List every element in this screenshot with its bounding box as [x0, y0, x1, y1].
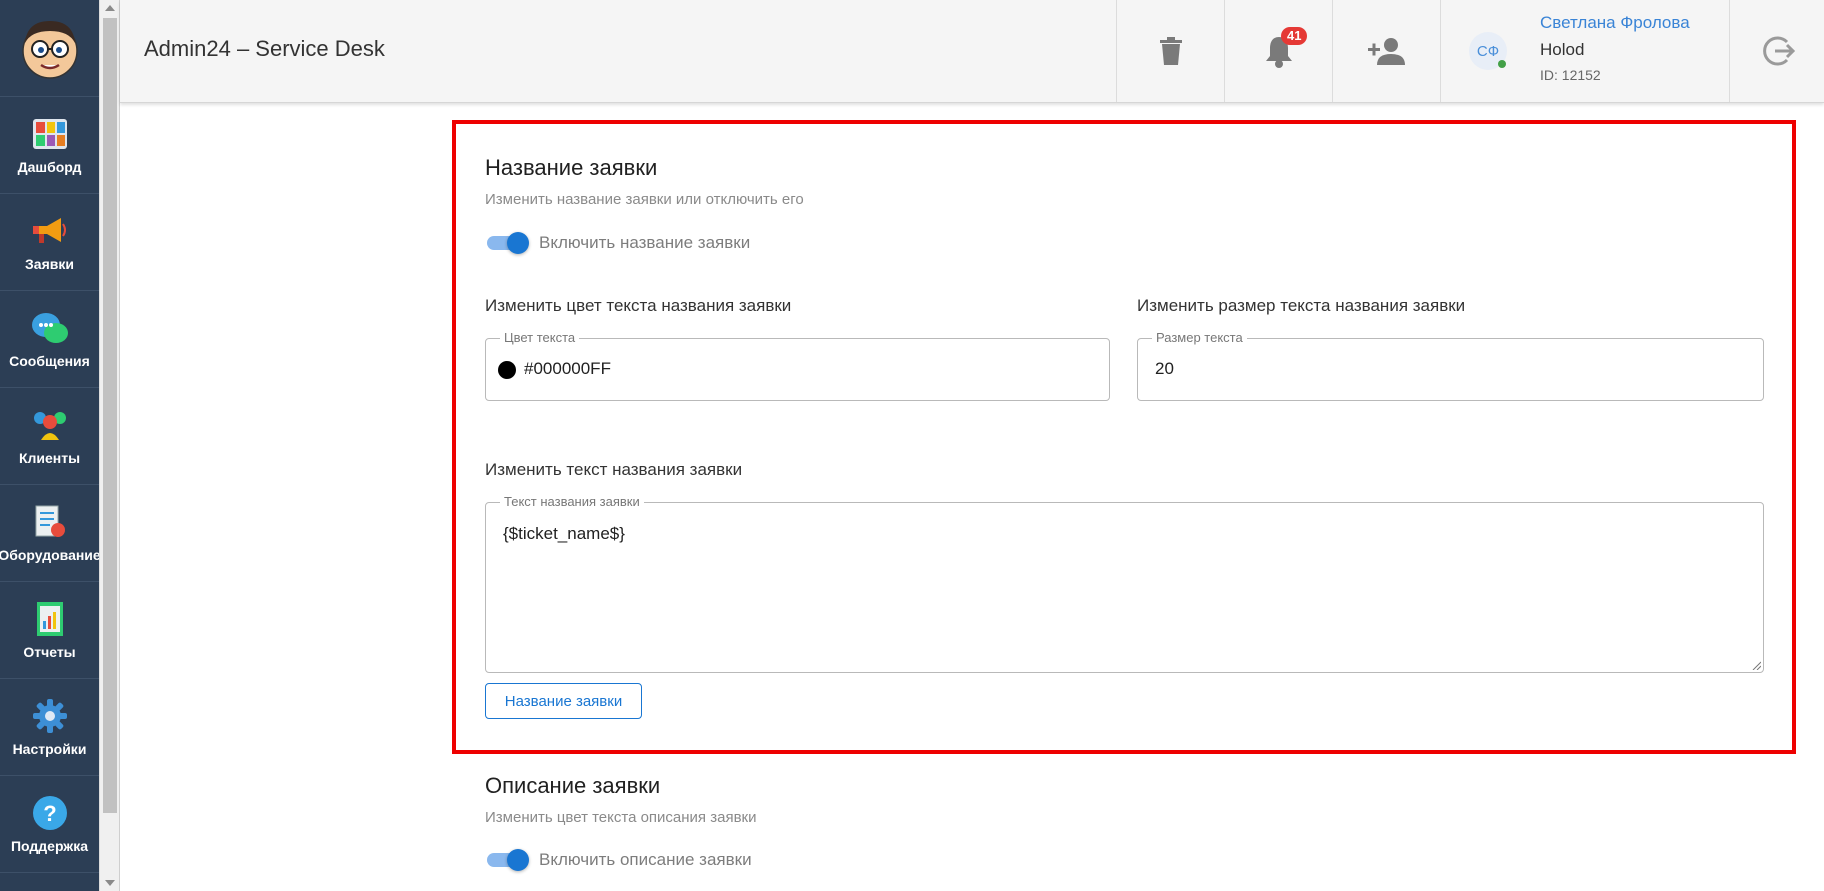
section-title: Описание заявки: [485, 773, 661, 798]
add-user-icon: [1367, 38, 1405, 65]
notification-count-badge: 41: [1281, 27, 1308, 45]
add-user-button[interactable]: [1332, 0, 1440, 102]
online-status-dot: [1498, 60, 1506, 68]
dashboard-tiles-icon: [31, 115, 69, 153]
report-chart-icon: [31, 600, 69, 638]
user-company: Holod: [1540, 40, 1585, 59]
text-field-label: Изменить текст названия заявки: [485, 460, 743, 479]
user-id: ID: 12152: [1540, 67, 1601, 83]
sidebar-item-label: Отчеты: [23, 644, 76, 660]
user-name[interactable]: Светлана Фролова: [1540, 13, 1690, 33]
scroll-up-arrow-icon[interactable]: [105, 5, 115, 11]
trash-icon: [1159, 37, 1182, 65]
app-title: Admin24 – Service Desk: [144, 36, 385, 61]
help-question-icon: ?: [31, 794, 69, 832]
ticket-description-toggle-row: Включить описание заявки: [485, 849, 752, 871]
sidebar-item-tickets[interactable]: Заявки: [0, 194, 99, 291]
megaphone-icon: [31, 212, 69, 250]
scrollbar-thumb[interactable]: [103, 18, 117, 813]
section-subtitle: Изменить название заявки или отключить е…: [485, 191, 804, 208]
sidebar-item-label: Сообщения: [9, 353, 90, 369]
color-field-label: Изменить цвет текста названия заявки: [485, 296, 792, 315]
toggle-label: Включить описание заявки: [539, 850, 752, 869]
people-group-icon: [31, 406, 69, 444]
insert-ticket-name-button[interactable]: Название заявки: [485, 683, 642, 719]
user-profile[interactable]: СФ Светлана Фролова Holod ID: 12152: [1440, 0, 1730, 102]
sidebar-item-settings[interactable]: Настройки: [0, 679, 99, 776]
top-header: Admin24 – Service Desk 41 СФ Светлана Фр…: [120, 0, 1824, 103]
sidebar-item-label: Поддержка: [10, 838, 89, 854]
logo[interactable]: [0, 0, 99, 97]
sidebar-item-label: Настройки: [12, 741, 87, 757]
sidebar-item-label: Клиенты: [18, 450, 81, 466]
sidebar-item-label: Заявки: [25, 256, 74, 272]
ticket-name-text-area[interactable]: Текст названия заявки {$ticket_name$}: [485, 494, 1764, 673]
logout-icon: [1762, 36, 1795, 66]
chat-bubbles-icon: [31, 309, 69, 347]
ticket-description-section: Описание заявки Изменить цвет текста опи…: [485, 773, 756, 826]
text-area-value[interactable]: {$ticket_name$}: [503, 524, 625, 544]
sidebar-item-label: Дашборд: [17, 159, 82, 175]
cartoon-face-logo: [21, 21, 78, 79]
text-color-legend: Цвет текста: [500, 330, 580, 345]
section-subtitle: Изменить цвет текста описания заявки: [485, 809, 757, 826]
text-area-legend: Текст названия заявки: [500, 494, 644, 509]
sidebar-item-clients[interactable]: Клиенты: [0, 388, 99, 485]
text-size-value[interactable]: 20: [1155, 359, 1174, 379]
sidebar-item-label: Оборудование: [0, 547, 101, 563]
sidebar-item-messages[interactable]: Сообщения: [0, 291, 99, 388]
trash-button[interactable]: [1116, 0, 1224, 102]
text-size-field[interactable]: Размер текста 20: [1137, 330, 1764, 401]
ticket-name-section: Название заявки Изменить название заявки…: [485, 155, 804, 208]
sidebar-item-support[interactable]: ? Поддержка: [0, 776, 99, 873]
resize-grip-icon[interactable]: [1751, 660, 1761, 670]
page-scrollbar[interactable]: [99, 0, 120, 891]
logout-button[interactable]: [1729, 0, 1824, 102]
text-size-legend: Размер текста: [1152, 330, 1247, 345]
text-color-value[interactable]: #000000FF: [524, 359, 611, 379]
toggle-label: Включить название заявки: [539, 233, 751, 252]
scroll-down-arrow-icon[interactable]: [105, 880, 115, 886]
section-title: Название заявки: [485, 155, 658, 180]
size-field-label: Изменить размер текста названия заявки: [1137, 296, 1466, 315]
ticket-description-toggle[interactable]: [485, 849, 529, 871]
sidebar-item-equipment[interactable]: Оборудование: [0, 485, 101, 582]
equipment-checklist-icon: [31, 503, 69, 541]
color-swatch[interactable]: [498, 361, 516, 379]
sidebar-item-dashboard[interactable]: Дашборд: [0, 97, 99, 194]
notifications-button[interactable]: 41: [1224, 0, 1332, 102]
svg-text:?: ?: [43, 801, 56, 826]
ticket-name-toggle[interactable]: [485, 232, 529, 254]
gear-icon: [31, 697, 69, 735]
sidebar: Дашборд Заявки Сообщения Клиенты Оборудо…: [0, 0, 101, 891]
text-color-field[interactable]: Цвет текста #000000FF: [485, 330, 1110, 401]
sidebar-item-reports[interactable]: Отчеты: [0, 582, 99, 679]
ticket-name-toggle-row: Включить название заявки: [485, 232, 751, 254]
